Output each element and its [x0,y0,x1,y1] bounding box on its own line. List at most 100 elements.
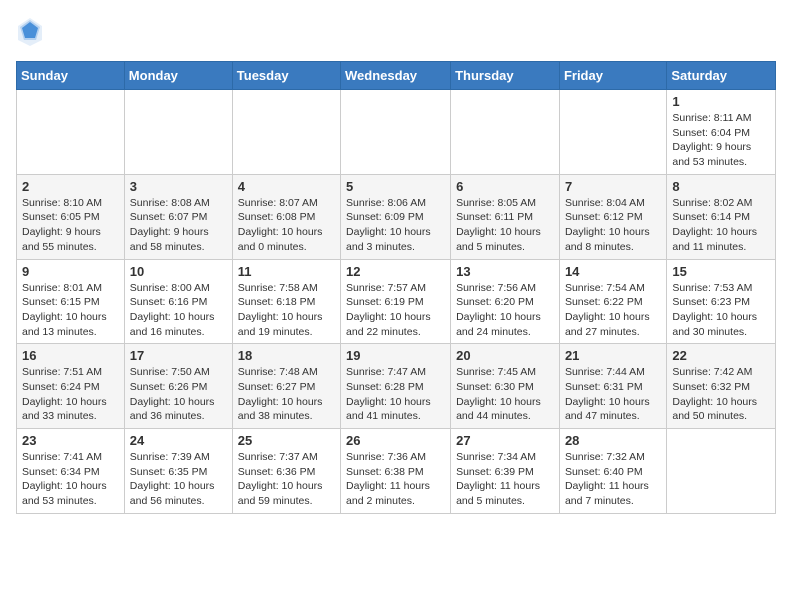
logo [16,16,46,53]
page-header [16,16,776,53]
calendar-cell: 10Sunrise: 8:00 AM Sunset: 6:16 PM Dayli… [124,259,232,344]
calendar-cell: 2 Sunrise: 8:10 AM Sunset: 6:05 PM Daylig… [17,174,125,259]
calendar-cell: 6 Sunrise: 8:05 AM Sunset: 6:11 PM Daylig… [451,174,560,259]
day-info: Sunrise: 7:50 AM Sunset: 6:26 PM Dayligh… [130,365,227,424]
day-info: Sunrise: 7:51 AM Sunset: 6:24 PM Dayligh… [22,365,119,424]
calendar-row: 23Sunrise: 7:41 AM Sunset: 6:34 PM Dayli… [17,429,776,514]
calendar-cell: 21 Sunrise: 7:44 AM Sunset: 6:31 PM Dayli… [559,344,666,429]
calendar-row: 2 Sunrise: 8:10 AM Sunset: 6:05 PM Daylig… [17,174,776,259]
day-info: Sunrise: 7:44 AM Sunset: 6:31 PM Dayligh… [565,365,661,424]
calendar-cell [124,90,232,175]
calendar-cell: 8 Sunrise: 8:02 AM Sunset: 6:14 PM Daylig… [667,174,776,259]
weekday-header-cell: Saturday [667,62,776,90]
calendar-cell: 25 Sunrise: 7:37 AM Sunset: 6:36 PM Dayli… [232,429,340,514]
day-info: Sunrise: 8:02 AM Sunset: 6:14 PM Dayligh… [672,196,770,255]
calendar-cell [559,90,666,175]
day-info: Sunrise: 7:45 AM Sunset: 6:30 PM Dayligh… [456,365,554,424]
calendar-cell: 17Sunrise: 7:50 AM Sunset: 6:26 PM Dayli… [124,344,232,429]
calendar-cell: 20Sunrise: 7:45 AM Sunset: 6:30 PM Dayli… [451,344,560,429]
day-info: Sunrise: 7:32 AM Sunset: 6:40 PM Dayligh… [565,450,661,509]
day-info: Sunrise: 8:00 AM Sunset: 6:16 PM Dayligh… [130,281,227,340]
day-info: Sunrise: 8:10 AM Sunset: 6:05 PM Dayligh… [22,196,119,255]
day-number: 5 [346,179,445,194]
calendar-cell: 15 Sunrise: 7:53 AM Sunset: 6:23 PM Dayli… [667,259,776,344]
calendar-table: SundayMondayTuesdayWednesdayThursdayFrid… [16,61,776,514]
day-number: 24 [130,433,227,448]
calendar-cell: 18 Sunrise: 7:48 AM Sunset: 6:27 PM Dayli… [232,344,340,429]
day-number: 9 [22,264,119,279]
calendar-cell: 5 Sunrise: 8:06 AM Sunset: 6:09 PM Daylig… [341,174,451,259]
day-number: 7 [565,179,661,194]
calendar-cell: 22 Sunrise: 7:42 AM Sunset: 6:32 PM Dayli… [667,344,776,429]
day-number: 6 [456,179,554,194]
day-info: Sunrise: 7:47 AM Sunset: 6:28 PM Dayligh… [346,365,445,424]
day-number: 21 [565,348,661,363]
calendar-cell: 11Sunrise: 7:58 AM Sunset: 6:18 PM Dayli… [232,259,340,344]
day-number: 27 [456,433,554,448]
day-info: Sunrise: 7:42 AM Sunset: 6:32 PM Dayligh… [672,365,770,424]
day-info: Sunrise: 7:57 AM Sunset: 6:19 PM Dayligh… [346,281,445,340]
calendar-cell: 16 Sunrise: 7:51 AM Sunset: 6:24 PM Dayli… [17,344,125,429]
calendar-cell: 3Sunrise: 8:08 AM Sunset: 6:07 PM Daylig… [124,174,232,259]
day-info: Sunrise: 7:56 AM Sunset: 6:20 PM Dayligh… [456,281,554,340]
calendar-cell: 23Sunrise: 7:41 AM Sunset: 6:34 PM Dayli… [17,429,125,514]
calendar-row: 9 Sunrise: 8:01 AM Sunset: 6:15 PM Daylig… [17,259,776,344]
calendar-cell [451,90,560,175]
calendar-cell: 26Sunrise: 7:36 AM Sunset: 6:38 PM Dayli… [341,429,451,514]
logo-icon [16,16,44,53]
day-info: Sunrise: 7:37 AM Sunset: 6:36 PM Dayligh… [238,450,335,509]
day-info: Sunrise: 7:48 AM Sunset: 6:27 PM Dayligh… [238,365,335,424]
day-number: 23 [22,433,119,448]
day-number: 1 [672,94,770,109]
calendar-row: 1 Sunrise: 8:11 AM Sunset: 6:04 PM Daylig… [17,90,776,175]
day-info: Sunrise: 7:54 AM Sunset: 6:22 PM Dayligh… [565,281,661,340]
weekday-header-cell: Wednesday [341,62,451,90]
day-info: Sunrise: 7:53 AM Sunset: 6:23 PM Dayligh… [672,281,770,340]
calendar-cell: 24Sunrise: 7:39 AM Sunset: 6:35 PM Dayli… [124,429,232,514]
day-number: 11 [238,264,335,279]
calendar-body: 1 Sunrise: 8:11 AM Sunset: 6:04 PM Daylig… [17,90,776,514]
day-number: 22 [672,348,770,363]
day-number: 19 [346,348,445,363]
calendar-cell: 12 Sunrise: 7:57 AM Sunset: 6:19 PM Dayli… [341,259,451,344]
calendar-cell: 27 Sunrise: 7:34 AM Sunset: 6:39 PM Dayli… [451,429,560,514]
day-info: Sunrise: 8:06 AM Sunset: 6:09 PM Dayligh… [346,196,445,255]
day-number: 2 [22,179,119,194]
calendar-cell: 28 Sunrise: 7:32 AM Sunset: 6:40 PM Dayli… [559,429,666,514]
day-number: 18 [238,348,335,363]
day-info: Sunrise: 7:36 AM Sunset: 6:38 PM Dayligh… [346,450,445,509]
day-info: Sunrise: 8:01 AM Sunset: 6:15 PM Dayligh… [22,281,119,340]
day-info: Sunrise: 8:04 AM Sunset: 6:12 PM Dayligh… [565,196,661,255]
calendar-cell: 9 Sunrise: 8:01 AM Sunset: 6:15 PM Daylig… [17,259,125,344]
day-number: 14 [565,264,661,279]
day-number: 25 [238,433,335,448]
weekday-header-cell: Sunday [17,62,125,90]
weekday-header-cell: Tuesday [232,62,340,90]
day-info: Sunrise: 8:07 AM Sunset: 6:08 PM Dayligh… [238,196,335,255]
weekday-header-cell: Monday [124,62,232,90]
calendar-cell: 13 Sunrise: 7:56 AM Sunset: 6:20 PM Dayli… [451,259,560,344]
day-info: Sunrise: 7:34 AM Sunset: 6:39 PM Dayligh… [456,450,554,509]
day-number: 8 [672,179,770,194]
weekday-header-row: SundayMondayTuesdayWednesdayThursdayFrid… [17,62,776,90]
day-number: 28 [565,433,661,448]
calendar-cell: 7 Sunrise: 8:04 AM Sunset: 6:12 PM Daylig… [559,174,666,259]
calendar-row: 16 Sunrise: 7:51 AM Sunset: 6:24 PM Dayli… [17,344,776,429]
day-number: 15 [672,264,770,279]
weekday-header-cell: Thursday [451,62,560,90]
day-number: 13 [456,264,554,279]
calendar-cell [341,90,451,175]
day-number: 16 [22,348,119,363]
calendar-cell: 19 Sunrise: 7:47 AM Sunset: 6:28 PM Dayli… [341,344,451,429]
calendar-cell: 1 Sunrise: 8:11 AM Sunset: 6:04 PM Daylig… [667,90,776,175]
calendar-cell [667,429,776,514]
day-info: Sunrise: 8:11 AM Sunset: 6:04 PM Dayligh… [672,111,770,170]
calendar-cell [17,90,125,175]
day-number: 4 [238,179,335,194]
day-info: Sunrise: 8:05 AM Sunset: 6:11 PM Dayligh… [456,196,554,255]
calendar-cell: 4 Sunrise: 8:07 AM Sunset: 6:08 PM Daylig… [232,174,340,259]
calendar-cell [232,90,340,175]
weekday-header-cell: Friday [559,62,666,90]
day-number: 12 [346,264,445,279]
calendar-cell: 14 Sunrise: 7:54 AM Sunset: 6:22 PM Dayli… [559,259,666,344]
